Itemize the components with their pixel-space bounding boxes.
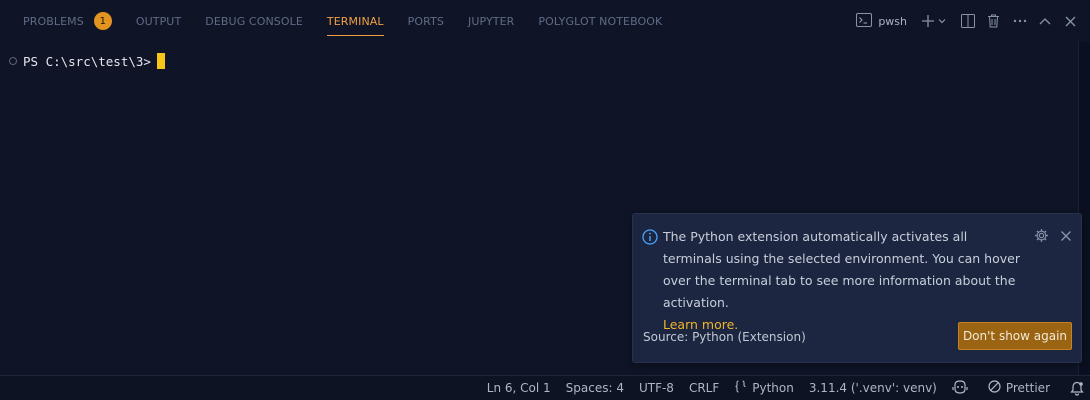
prettier-disabled-icon — [988, 380, 1006, 396]
cursor-position-label: Ln 6, Col 1 — [486, 381, 551, 395]
gear-icon[interactable] — [1034, 228, 1049, 247]
tab-polyglot-notebook[interactable]: POLYGLOT NOTEBOOK — [538, 0, 662, 42]
status-eol[interactable]: CRLF — [689, 381, 719, 395]
status-encoding[interactable]: UTF-8 — [639, 381, 674, 395]
add-icon[interactable] — [921, 0, 935, 42]
info-icon — [642, 229, 658, 249]
notification-source: Source: Python (Extension) — [643, 330, 806, 344]
tab-jupyter[interactable]: JUPYTER — [468, 0, 514, 42]
problems-count-badge: 1 — [93, 12, 112, 30]
command-decoration-icon[interactable] — [9, 57, 17, 65]
language-label: Python — [752, 381, 794, 395]
bell-icon[interactable] — [1070, 381, 1084, 399]
interpreter-label: 3.11.4 ('.venv': venv) — [808, 381, 937, 395]
close-notification-icon[interactable] — [1059, 228, 1073, 247]
status-cursor-position[interactable]: Ln 6, Col 1 — [487, 381, 551, 395]
split-icon[interactable] — [961, 0, 975, 42]
more-icon[interactable] — [1013, 0, 1027, 42]
terminal-icon — [856, 12, 873, 31]
status-language[interactable]: Python — [734, 380, 794, 396]
status-bar: Ln 6, Col 1 Spaces: 4 UTF-8 CRLF Python … — [0, 375, 1090, 400]
tab-ports-label: PORTS — [407, 14, 444, 28]
tab-jupyter-label: JUPYTER — [468, 14, 515, 28]
prettier-label: Prettier — [1005, 381, 1050, 395]
panel-actions: pwsh — [856, 0, 1090, 42]
notification-message: The Python extension automatically activ… — [663, 226, 1023, 336]
status-prettier[interactable]: Prettier — [988, 380, 1050, 396]
tab-terminal-label: TERMINAL — [326, 14, 384, 28]
tab-problems-label: PROBLEMS — [23, 14, 84, 28]
tab-terminal[interactable]: TERMINAL — [326, 0, 384, 42]
braces-icon — [734, 380, 752, 396]
copilot-icon — [952, 379, 973, 397]
tab-debug-console[interactable]: DEBUG CONSOLE — [205, 0, 303, 42]
encoding-label: UTF-8 — [638, 381, 674, 395]
terminal-selector[interactable]: pwsh — [856, 0, 907, 42]
notification-text: The Python extension automatically activ… — [663, 229, 1020, 310]
tab-polyglot-label: POLYGLOT NOTEBOOK — [538, 14, 663, 28]
tab-output[interactable]: OUTPUT — [136, 0, 181, 42]
status-copilot[interactable] — [952, 379, 973, 397]
eol-label: CRLF — [688, 381, 720, 395]
terminal-prompt: PS C:\src\test\3> — [23, 53, 151, 69]
chevron-down-icon[interactable] — [937, 0, 947, 42]
close-icon[interactable] — [1065, 0, 1076, 42]
dont-show-again-button[interactable]: Don't show again — [958, 322, 1072, 350]
tab-problems[interactable]: PROBLEMS 1 — [23, 0, 112, 42]
tab-debug-console-label: DEBUG CONSOLE — [205, 14, 303, 28]
trash-icon[interactable] — [987, 0, 1000, 42]
status-interpreter[interactable]: 3.11.4 ('.venv': venv) — [809, 381, 937, 395]
status-indentation[interactable]: Spaces: 4 — [566, 381, 624, 395]
terminal-kind-label: pwsh — [878, 14, 907, 28]
terminal-cursor — [156, 53, 165, 69]
maximize-icon[interactable] — [1039, 0, 1051, 42]
indentation-label: Spaces: 4 — [565, 381, 624, 395]
tab-ports[interactable]: PORTS — [408, 0, 444, 42]
tab-output-label: OUTPUT — [135, 14, 182, 28]
notification-toast: The Python extension automatically activ… — [632, 213, 1082, 363]
notification-actions — [1034, 228, 1073, 247]
terminal-prompt-row: PS C:\src\test\3> — [9, 53, 165, 69]
